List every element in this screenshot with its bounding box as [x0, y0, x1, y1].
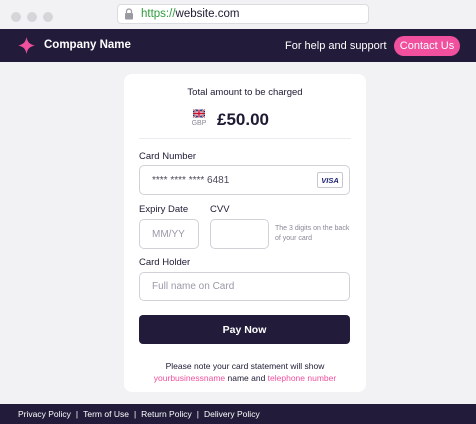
contact-us-button[interactable]: Contact Us — [394, 36, 460, 56]
footer-separator: | — [75, 409, 79, 419]
company-name: Company Name — [44, 39, 131, 51]
window-maximize-dot[interactable] — [43, 12, 53, 22]
amount-row: GBP £50.00 — [124, 108, 366, 130]
cvv-field[interactable] — [210, 219, 269, 249]
terms-of-use-link[interactable]: Term of Use — [83, 409, 129, 419]
expiry-date-field[interactable] — [139, 219, 199, 249]
total-label: Total amount to be charged — [187, 87, 303, 98]
url-scheme: https:// — [141, 8, 176, 20]
footer-separator: | — [133, 409, 137, 419]
help-text: For help and support — [285, 40, 387, 52]
statement-note-line2: yourbusinessname name and telephone numb… — [124, 373, 366, 385]
site-header: Company Name For help and support Contac… — [0, 29, 476, 62]
pay-now-button[interactable]: Pay Now — [139, 315, 350, 344]
visa-card-icon: VISA — [317, 172, 343, 188]
divider — [139, 138, 351, 139]
footer-separator: | — [196, 409, 199, 419]
card-number-label: Card Number — [139, 151, 197, 162]
expiry-date-label: Expiry Date — [139, 204, 189, 215]
site-footer: Privacy Policy | Term of Use | Return Po… — [0, 404, 476, 424]
business-name-link[interactable]: yourbusinessname — [154, 373, 225, 383]
window-close-dot[interactable] — [11, 12, 21, 22]
amount-value: £50.00 — [217, 110, 269, 129]
window-minimize-dot[interactable] — [27, 12, 37, 22]
card-holder-field[interactable] — [139, 272, 350, 301]
card-holder-label: Card Holder — [139, 257, 191, 268]
uk-flag-icon — [193, 109, 205, 118]
statement-note: Please note your card statement will sho… — [124, 361, 366, 384]
url-host: website.com — [175, 8, 240, 20]
telephone-number-link[interactable]: telephone number — [268, 373, 337, 383]
address-bar[interactable]: https://website.com — [117, 4, 369, 24]
privacy-policy-link[interactable]: Privacy Policy — [18, 409, 71, 419]
cvv-hint: The 3 digits on the back of your card — [275, 225, 350, 242]
sparkle-logo-icon — [18, 37, 35, 54]
statement-note-line1: Please note your card statement will sho… — [165, 361, 325, 371]
statement-note-mid: name and — [225, 372, 268, 383]
currency-code: GBP — [191, 120, 207, 127]
cvv-label: CVV — [210, 204, 230, 215]
browser-chrome: https://website.com — [0, 0, 476, 29]
lock-icon — [125, 8, 133, 20]
payment-card: Total amount to be charged GBP £50.00 Ca… — [124, 74, 366, 392]
delivery-policy-link[interactable]: Delivery Policy — [204, 409, 260, 419]
return-policy-link[interactable]: Return Policy — [141, 409, 192, 419]
